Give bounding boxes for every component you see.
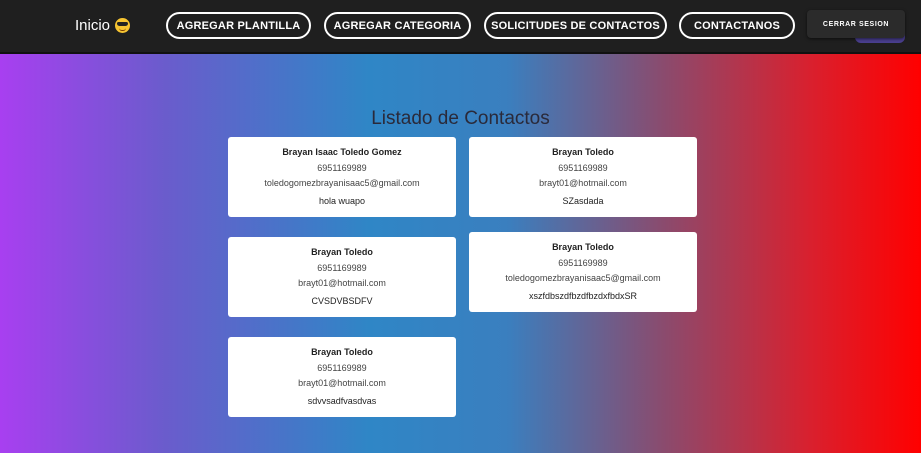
contact-email: toledogomezbrayanisaac5@gmail.com [264, 178, 420, 188]
contact-name: Brayan Isaac Toledo Gomez [282, 147, 402, 157]
contact-message: SZasdada [562, 196, 604, 206]
home-label: Inicio [75, 17, 111, 34]
contact-message: xszfdbszdfbzdfbzdxfbdxSR [528, 291, 638, 301]
contact-name: Brayan Toledo [552, 147, 614, 157]
home-link[interactable]: Inicio [75, 17, 131, 34]
navbar: Inicio AGREGAR PLANTILLA AGREGAR CATEGOR… [0, 0, 921, 54]
contact-name: Brayan Toledo [311, 347, 373, 357]
contact-name: Brayan Toledo [311, 247, 373, 257]
contact-name: Brayan Toledo [552, 242, 614, 252]
contact-card: Brayan Toledo 6951169989 brayt01@hotmail… [228, 237, 456, 317]
contact-email: brayt01@hotmail.com [298, 278, 386, 288]
contact-phone: 6951169989 [317, 163, 367, 173]
contact-email: toledogomezbrayanisaac5@gmail.com [505, 273, 661, 283]
contact-email: brayt01@hotmail.com [298, 378, 386, 388]
contact-us-button[interactable]: CONTACTANOS [679, 12, 795, 39]
contact-phone: 6951169989 [558, 258, 608, 268]
sunglasses-emoji-icon [115, 18, 131, 33]
contact-phone: 6951169989 [558, 163, 608, 173]
contact-requests-button[interactable]: SOLICITUDES DE CONTACTOS [484, 12, 667, 39]
contact-card: Brayan Toledo 6951169989 brayt01@hotmail… [469, 137, 697, 217]
contact-phone: 6951169989 [317, 263, 367, 273]
contact-phone: 6951169989 [317, 363, 367, 373]
contact-message: sdvvsadfvasdvas [307, 396, 377, 406]
page-title: Listado de Contactos [371, 108, 550, 129]
contact-message: CVSDVBSDFV [311, 296, 373, 306]
contact-message: hola wuapo [318, 196, 366, 206]
contact-email: brayt01@hotmail.com [539, 178, 627, 188]
add-template-button[interactable]: AGREGAR PLANTILLA [166, 12, 311, 39]
contact-card: Brayan Toledo 6951169989 toledogomezbray… [469, 232, 697, 312]
contact-card: Brayan Toledo 6951169989 brayt01@hotmail… [228, 337, 456, 417]
logout-button[interactable]: CERRAR SESION [807, 10, 905, 38]
add-category-button[interactable]: AGREGAR CATEGORIA [324, 12, 471, 39]
contact-card: Brayan Isaac Toledo Gomez 6951169989 tol… [228, 137, 456, 217]
